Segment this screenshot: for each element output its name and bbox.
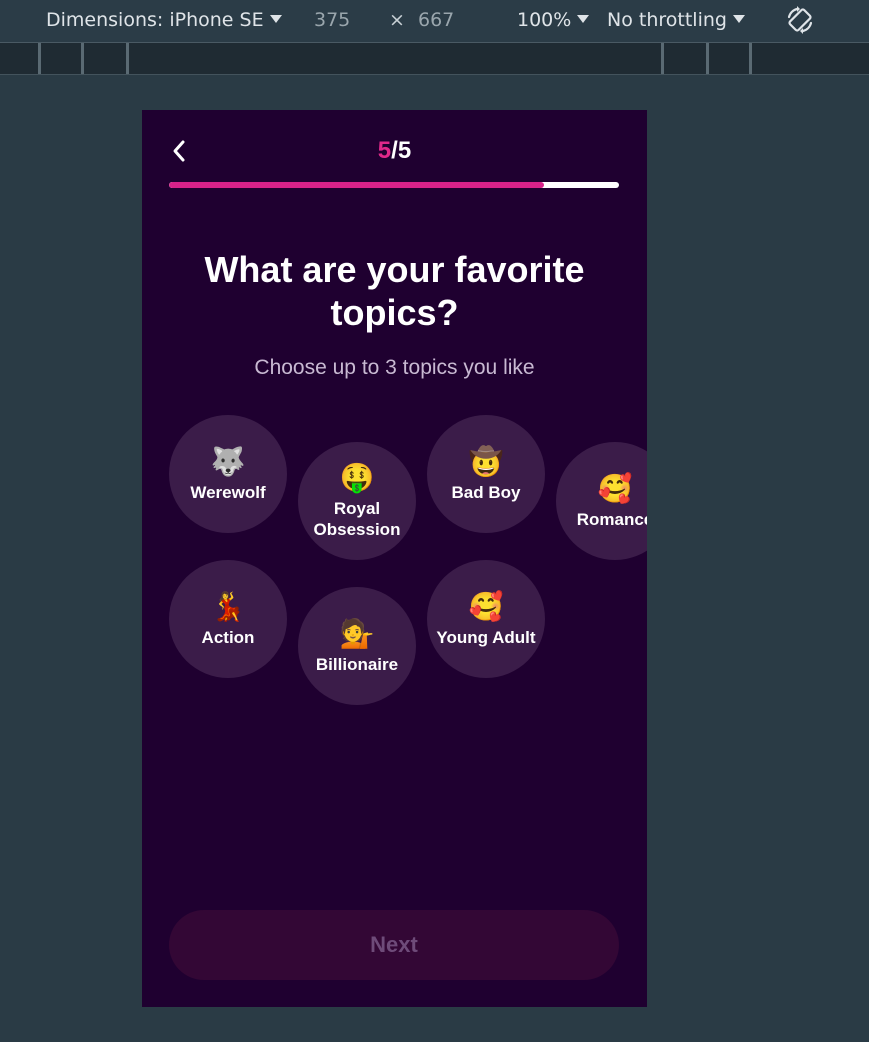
device-ruler <box>0 43 869 75</box>
height-input[interactable]: 667 <box>418 9 454 31</box>
topic-label: Royal Obsession <box>313 499 401 539</box>
topic-label: Young Adult <box>436 627 536 647</box>
step-separator: / <box>391 137 398 164</box>
topic-label: Bad Boy <box>451 482 521 502</box>
step-counter: 5/5 <box>142 137 647 165</box>
zoom-select[interactable]: 100% <box>517 9 590 31</box>
smiling-face-with-hearts-icon: 🥰 <box>468 590 504 622</box>
topic-chip-werewolf[interactable]: 🐺 Werewolf <box>169 415 287 533</box>
person-tipping-hand-icon: 💁 <box>339 617 375 649</box>
smiling-face-with-hearts-icon: 🥰 <box>597 472 633 504</box>
ruler-mark <box>38 43 41 74</box>
wolf-icon: 🐺 <box>210 445 246 477</box>
ruler-mark <box>749 43 752 74</box>
progress-fill <box>169 182 544 188</box>
page-subtitle: Choose up to 3 topics you like <box>254 356 535 379</box>
throttling-select[interactable]: No throttling <box>607 9 745 31</box>
topic-chip-bad-boy[interactable]: 🤠 Bad Boy <box>427 415 545 533</box>
topic-label: Billionaire <box>315 654 399 674</box>
step-total: 5 <box>397 137 412 164</box>
progress-bar <box>169 182 619 188</box>
topic-label: Romance <box>576 509 647 529</box>
width-input[interactable]: 375 <box>314 9 350 31</box>
chevron-down-icon <box>732 15 745 23</box>
topic-label: Action <box>201 627 255 647</box>
throttling-label: No throttling <box>607 9 727 31</box>
device-select-label: Dimensions: iPhone SE <box>46 9 264 31</box>
topic-chip-romance[interactable]: 🥰 Romance <box>556 442 647 560</box>
cowboy-face-icon: 🤠 <box>468 445 504 477</box>
topic-label: Werewolf <box>190 482 266 502</box>
ruler-mark <box>661 43 664 74</box>
ruler-mark <box>81 43 84 74</box>
topic-chip-billionaire[interactable]: 💁 Billionaire <box>298 587 416 705</box>
topic-chip-action[interactable]: 💃 Action <box>169 560 287 678</box>
topic-chip-royal-obsession[interactable]: 🤑 Royal Obsession <box>298 442 416 560</box>
zoom-label: 100% <box>517 9 572 31</box>
step-current: 5 <box>377 137 392 164</box>
topic-chip-young-adult[interactable]: 🥰 Young Adult <box>427 560 545 678</box>
devtools-device-toolbar: Dimensions: iPhone SE 375 × 667 100% No … <box>0 0 869 43</box>
rotate-icon[interactable] <box>784 4 816 36</box>
page-title: What are your favorite topics? <box>204 249 585 333</box>
chevron-down-icon <box>269 15 282 23</box>
phone-viewport: 5/5 What are your favorite topics? Choos… <box>142 110 647 1007</box>
chevron-down-icon <box>577 15 590 23</box>
dancer-icon: 💃 <box>210 590 246 622</box>
ruler-mark <box>126 43 129 74</box>
money-mouth-face-icon: 🤑 <box>339 462 375 493</box>
dimension-separator: × <box>389 9 405 31</box>
ruler-mark <box>706 43 709 74</box>
device-select[interactable]: Dimensions: iPhone SE <box>46 9 282 31</box>
next-button[interactable]: Next <box>169 910 619 980</box>
